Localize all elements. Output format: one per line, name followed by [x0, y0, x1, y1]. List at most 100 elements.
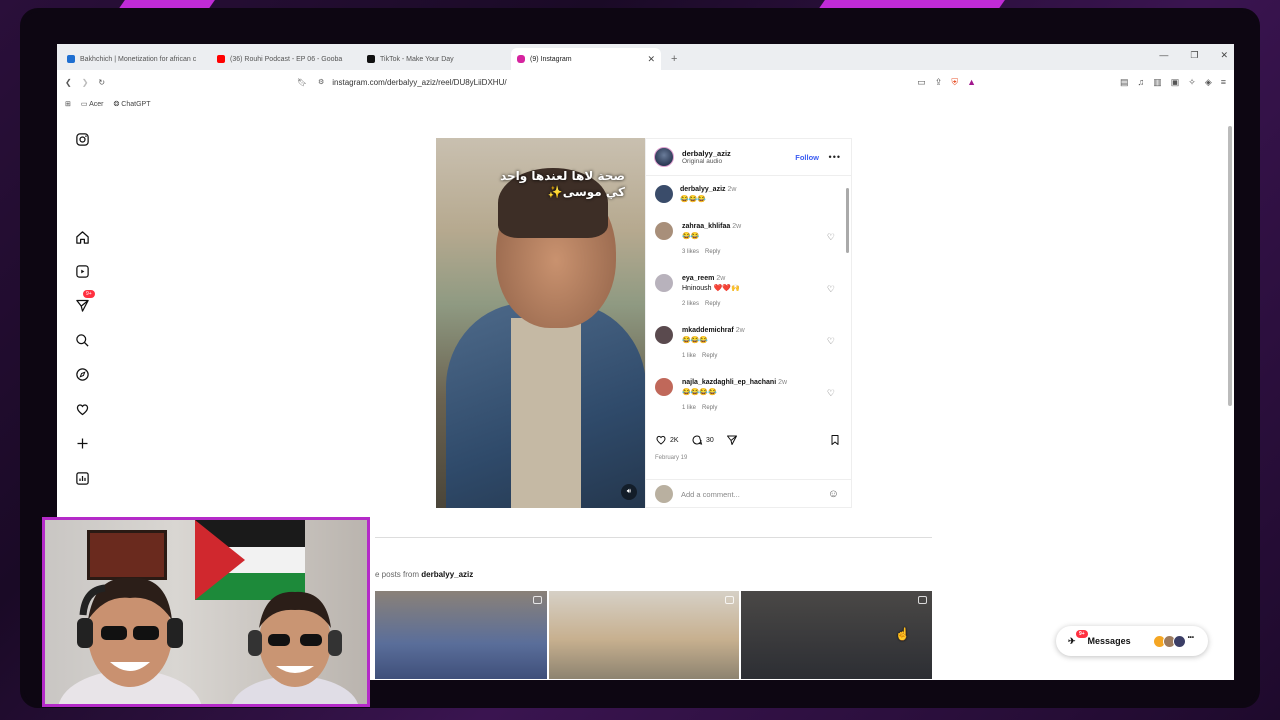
bookmark-icon	[831, 435, 839, 445]
post-actions: 2K 30	[655, 434, 845, 448]
reels-icon[interactable]	[71, 260, 93, 282]
tab-youtube[interactable]: (36) Rouhi Podcast - EP 06 - Gooba	[211, 48, 361, 70]
comment-user[interactable]: derbalyy_aziz	[680, 186, 726, 193]
avatar[interactable]	[654, 147, 674, 167]
reply-button[interactable]: Reply	[705, 301, 720, 307]
reload-icon[interactable]: ↻	[98, 78, 105, 87]
page-scrollbar[interactable]	[1228, 118, 1232, 408]
comment-icon	[692, 435, 703, 445]
share-button[interactable]	[726, 434, 738, 446]
scrollbar-thumb[interactable]	[1228, 126, 1232, 406]
close-tab-icon[interactable]: ✕	[647, 54, 655, 65]
avatar[interactable]	[655, 222, 673, 240]
share-icon[interactable]: ⇪	[935, 77, 943, 88]
heart-icon[interactable]	[71, 398, 93, 420]
create-icon[interactable]	[71, 432, 93, 454]
comment-button[interactable]: 30	[691, 434, 714, 446]
post-date[interactable]: February 19	[655, 455, 687, 461]
menu-icon[interactable]: ≡	[1221, 77, 1226, 88]
reply-button[interactable]: Reply	[702, 405, 717, 411]
instagram-logo-icon[interactable]	[71, 128, 93, 150]
messages-button[interactable]: ✈ 9+ Messages •••	[1056, 626, 1208, 656]
reel-icon	[725, 596, 734, 604]
comment-user[interactable]: zahraa_khlifaa	[682, 223, 730, 230]
bookmark-chatgpt[interactable]: ❂ ChatGPT	[113, 100, 150, 108]
url-field[interactable]: ⚙ instagram.com/derbalyy_aziz/reel/DU8yL…	[312, 73, 982, 91]
dashboard-icon[interactable]	[71, 467, 93, 489]
follow-button[interactable]: Follow	[795, 153, 819, 162]
tab-label: TikTok - Make Your Day	[380, 55, 454, 63]
tiktok-icon	[367, 55, 375, 63]
like-comment-icon[interactable]: ♡	[827, 284, 835, 295]
post-thumbnail[interactable]	[375, 591, 547, 679]
comment-user[interactable]: najla_kazdaghli_ep_hachani	[682, 379, 776, 386]
avatar[interactable]	[655, 378, 673, 396]
toolbar-right: ▤ ♫ ▥ ▣ ✧ ◈ ≡	[1120, 77, 1226, 88]
more-posts-user[interactable]: derbalyy_aziz	[421, 570, 473, 579]
streamer-left	[58, 577, 202, 704]
search-icon[interactable]	[71, 329, 93, 351]
mute-icon[interactable]: 🔊︎	[621, 484, 637, 500]
tab-bakhchich[interactable]: Bakhchich | Monetization for african c	[61, 48, 211, 70]
folder-icon: ▭	[80, 101, 88, 108]
restore-icon[interactable]: ❐	[1190, 50, 1198, 61]
avatar[interactable]	[655, 274, 673, 292]
direct-icon[interactable]: 9+	[71, 290, 95, 316]
brave-shield-icon[interactable]: ⛨	[951, 77, 958, 88]
tab-search-icon[interactable]: ▤	[1120, 77, 1129, 88]
address-bar: ❮ ❯ ↻ 🔖︎ ⚙ instagram.com/derbalyy_aziz/r…	[57, 70, 1234, 94]
comment-likes[interactable]: 3 likes	[682, 249, 699, 255]
post-author[interactable]: derbalyy_aziz	[682, 149, 731, 158]
bookmark-acer[interactable]: ▭ Acer	[81, 100, 104, 108]
comment-time: 2w	[716, 275, 726, 282]
reel-video[interactable]: صحة لاها لعندها واحد كي موسى✨ 🔊︎	[436, 138, 645, 508]
vpn-icon[interactable]: ◈	[1205, 77, 1212, 88]
explore-icon[interactable]	[71, 363, 93, 385]
comment-likes[interactable]: 2 likes	[682, 301, 699, 307]
emoji-icon[interactable]: ☺	[828, 488, 839, 500]
post-thumbnail[interactable]	[549, 591, 739, 679]
comment-text: Hninoush ❤️❤️🙌	[682, 285, 740, 292]
forward-icon[interactable]: ❯	[82, 78, 89, 87]
like-button[interactable]: 2K	[655, 434, 679, 446]
avatar[interactable]	[655, 185, 673, 203]
save-button[interactable]	[829, 434, 841, 446]
leo-ai-icon[interactable]: ✧	[1188, 77, 1196, 88]
comment-input[interactable]: Add a comment...	[681, 490, 740, 499]
sidebar-icon[interactable]: ▥	[1153, 77, 1162, 88]
back-icon[interactable]: ❮	[65, 78, 72, 87]
tab-label: Bakhchich | Monetization for african c	[80, 55, 197, 63]
scrollbar-thumb[interactable]	[846, 188, 849, 253]
comment-user[interactable]: mkaddemichraf	[682, 327, 734, 334]
audio-label[interactable]: Original audio	[682, 158, 731, 165]
more-options-icon[interactable]: •••	[829, 152, 841, 162]
tab-tiktok[interactable]: TikTok - Make Your Day	[361, 48, 511, 70]
like-comment-icon[interactable]: ♡	[827, 232, 835, 243]
comment-likes[interactable]: 1 like	[682, 353, 696, 359]
home-icon[interactable]	[71, 226, 93, 248]
comment-user[interactable]: eya_reem	[682, 275, 714, 282]
tab-instagram[interactable]: (9) Instagram ✕	[511, 48, 661, 70]
comment-text: 😂😂	[682, 233, 700, 240]
brave-rewards-icon[interactable]: ▲	[967, 77, 976, 88]
site-info-icon[interactable]: ⚙	[318, 78, 324, 86]
reel-icon	[533, 596, 542, 604]
comment-likes[interactable]: 1 like	[682, 405, 696, 411]
address-actions: ▭ ⇪ ⛨ ▲	[917, 77, 976, 88]
comment-time: 2w	[732, 223, 742, 230]
avatar[interactable]	[655, 326, 673, 344]
media-icon[interactable]: ♫	[1137, 77, 1144, 88]
comments-scrollbar[interactable]	[846, 183, 849, 421]
minimize-icon[interactable]: —	[1159, 50, 1168, 61]
tab-label: (9) Instagram	[530, 55, 572, 63]
wallet-icon[interactable]: ▣	[1171, 77, 1180, 88]
reply-button[interactable]: Reply	[705, 249, 720, 255]
reply-button[interactable]: Reply	[702, 353, 717, 359]
bookmark-icon[interactable]: 🔖︎	[297, 78, 307, 87]
like-comment-icon[interactable]: ♡	[827, 336, 835, 347]
new-tab-button[interactable]: +	[661, 53, 687, 70]
close-window-icon[interactable]: ✕	[1220, 50, 1228, 61]
like-comment-icon[interactable]: ♡	[827, 388, 835, 399]
cast-icon[interactable]: ▭	[917, 77, 926, 88]
apps-grid-icon[interactable]: ⊞	[65, 100, 71, 108]
